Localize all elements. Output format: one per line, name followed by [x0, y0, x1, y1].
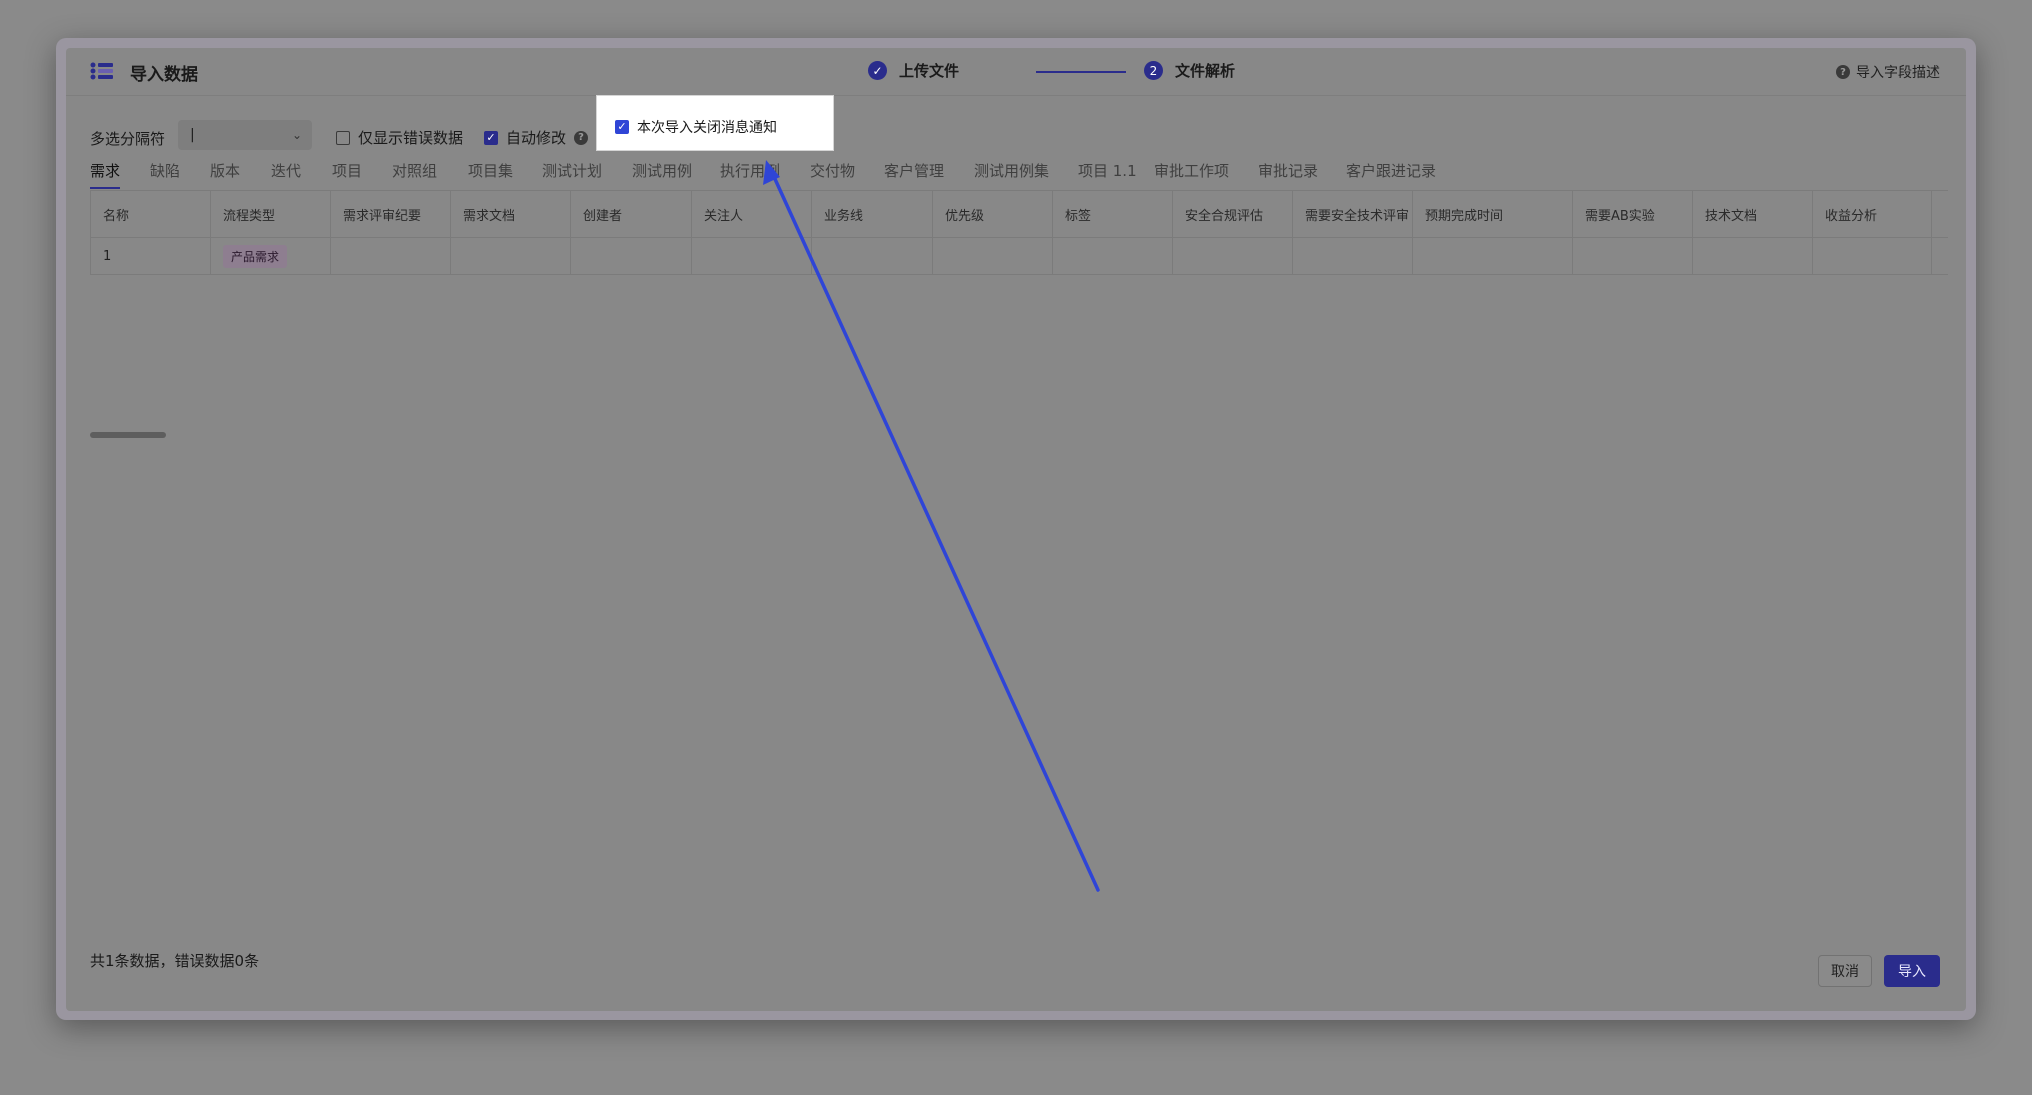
- annotation-arrow-icon: [763, 160, 1100, 892]
